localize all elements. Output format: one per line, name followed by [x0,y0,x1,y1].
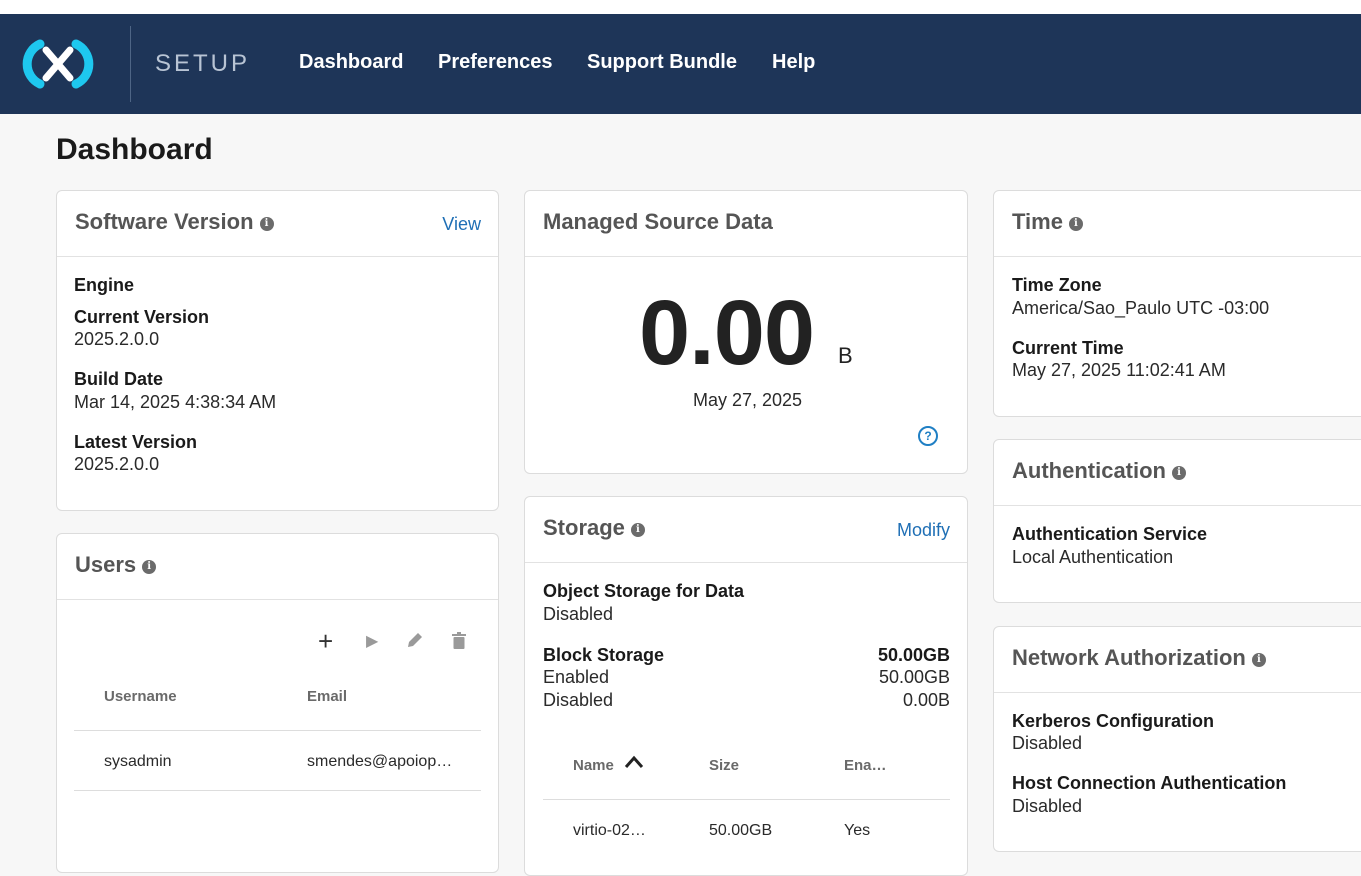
card-header: Software Version i View [57,191,498,257]
info-icon[interactable]: i [1172,466,1186,480]
brand-logo-icon[interactable] [10,38,106,90]
build-date-value: Mar 14, 2025 4:38:34 AM [74,392,277,412]
block-enabled-label: Enabled [543,667,610,687]
card-header: Managed Source Data [525,191,967,257]
card-title: Authentication i [1012,458,1186,484]
storage-card: Storage i Modify Object Storage for Data … [524,496,968,876]
block-storage-total: 50.00GB [877,645,950,665]
info-icon[interactable]: i [259,217,274,231]
auth-service-label: Authentication Service [1012,524,1208,544]
help-circle-icon[interactable]: ? [918,426,938,446]
card-header: Users i [57,534,498,600]
card-title: Users i [75,552,157,578]
current-time-value: May 27, 2025 11:02:41 AM [1012,360,1226,380]
time-zone-label: Time Zone [1012,275,1102,295]
block-storage-label: Block Storage [543,645,665,665]
card-title: Software Version i [75,209,274,235]
card-title: Storage i [543,515,645,541]
info-icon[interactable]: i [630,523,645,537]
column-name[interactable]: Name [573,757,614,774]
host-auth-label: Host Connection Authentication [1012,773,1287,793]
managed-data-unit: B [838,343,853,368]
users-title: Users [75,552,137,577]
latest-version-label: Latest Version [74,432,198,452]
trash-icon[interactable] [451,630,467,656]
user-row-email[interactable]: smendes@apoiop… [307,753,452,771]
network-authorization-card: Network Authorization i Kerberos Configur… [993,626,1361,852]
nav-link-dashboard[interactable]: Dashboard [299,51,403,74]
authentication-card: Authentication i Authentication Service L… [993,439,1361,603]
column-size[interactable]: Size [709,757,739,774]
view-link[interactable]: View [442,214,481,235]
info-icon[interactable]: i [1251,653,1266,667]
latest-version-value: 2025.2.0.0 [74,454,160,474]
kerberos-label: Kerberos Configuration [1012,711,1215,731]
page-title: Dashboard [56,133,213,166]
block-enabled-value: 50.00GB [878,667,950,687]
current-time-label: Current Time [1012,338,1124,358]
storage-row-name[interactable]: virtio-02… [573,822,646,840]
host-auth-value: Disabled [1012,796,1083,816]
managed-data-value: 0.00 [639,282,815,384]
app-name: SETUP [155,50,251,77]
card-title: Time i [1012,209,1083,235]
storage-row-enabled[interactable]: Yes [844,822,870,840]
engine-heading: Engine [74,275,135,295]
current-version-label: Current Version [74,307,210,327]
kerberos-value: Disabled [1012,733,1083,753]
object-storage-label: Object Storage for Data [543,581,745,601]
time-card: Time i Time Zone America/Sao_Paulo UTC -0… [993,190,1361,417]
managed-source-data-card: Managed Source Data 0.00 B May 27, 2025 … [524,190,968,474]
network-authorization-title: Network Authorization [1012,645,1246,670]
current-version-value: 2025.2.0.0 [74,329,160,349]
modify-link[interactable]: Modify [897,520,950,541]
card-header: Time i [994,191,1361,257]
storage-row-size[interactable]: 50.00GB [709,822,772,840]
software-version-card: Software Version i View Engine Current Ve… [56,190,499,511]
sort-ascending-icon[interactable] [624,753,644,776]
managed-data-date: May 27, 2025 [693,390,803,410]
object-storage-value: Disabled [543,604,614,624]
card-title: Network Authorization i [1012,645,1266,671]
column-username[interactable]: Username [104,688,177,705]
plus-icon[interactable]: + [318,626,333,657]
card-header: Network Authorization i [994,627,1361,693]
table-header-divider [543,799,950,800]
time-title: Time [1012,209,1063,234]
nav-link-help[interactable]: Help [772,51,815,74]
play-icon[interactable]: ▶ [366,631,378,651]
auth-service-value: Local Authentication [1012,547,1174,567]
block-disabled-value: 0.00B [902,690,950,710]
pencil-icon[interactable] [406,629,424,655]
build-date-label: Build Date [74,369,164,389]
card-header: Storage i Modify [525,497,967,563]
nav-link-preferences[interactable]: Preferences [438,51,553,74]
info-icon[interactable]: i [1068,217,1083,231]
top-navbar: SETUP Dashboard Preferences Support Bund… [0,14,1361,114]
top-strip [0,0,1361,14]
storage-title: Storage [543,515,625,540]
card-header: Authentication i [994,440,1361,506]
managed-source-data-title: Managed Source Data [543,209,773,234]
users-card: Users i + ▶ Username Email sysadmin smend… [56,533,499,873]
column-email[interactable]: Email [307,688,347,705]
info-icon[interactable]: i [142,560,157,574]
software-version-title: Software Version [75,209,254,234]
navbar-divider [130,26,131,102]
column-enabled[interactable]: Ena… [844,757,887,774]
table-header-divider [74,730,481,731]
user-row-username[interactable]: sysadmin [104,753,172,771]
authentication-title: Authentication [1012,458,1166,483]
time-zone-value: America/Sao_Paulo UTC -03:00 [1012,298,1270,318]
table-row-divider [74,790,481,791]
block-disabled-label: Disabled [543,690,614,710]
nav-link-support-bundle[interactable]: Support Bundle [587,51,737,74]
